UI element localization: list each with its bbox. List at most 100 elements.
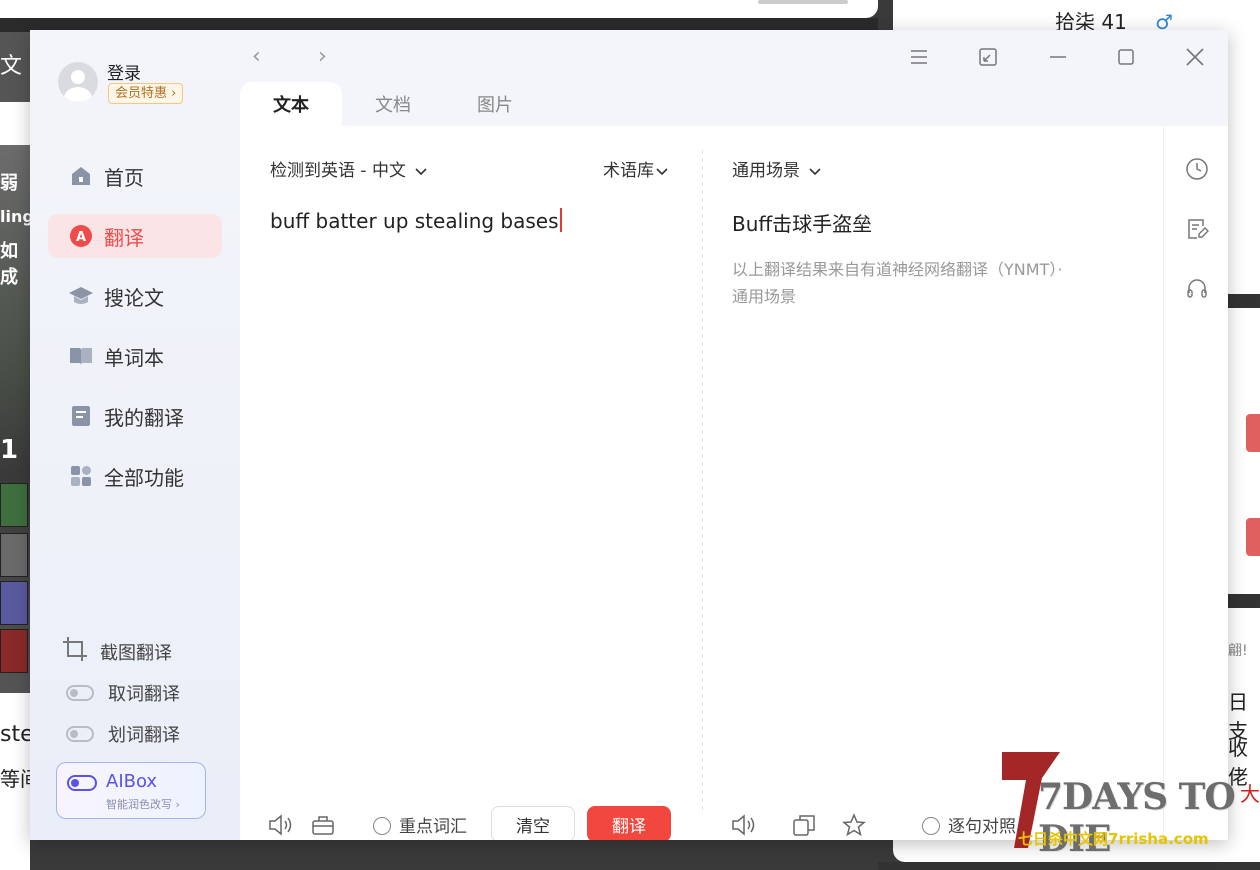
background-left-tab: 文 xyxy=(0,32,30,102)
maximize-icon[interactable] xyxy=(1111,42,1141,72)
sidebar-item-label: 我的翻译 xyxy=(104,405,184,430)
background-strip-bottom xyxy=(878,862,1260,870)
background-game-image: 弱 ling 如成 1 xyxy=(0,145,30,693)
sidebar-item-my-translations[interactable]: 我的翻译 xyxy=(48,394,222,438)
term-library-label: 术语库 xyxy=(603,161,654,181)
vip-offer-badge[interactable]: 会员特惠 › xyxy=(108,83,184,104)
close-icon[interactable] xyxy=(1180,42,1210,72)
chevron-down-icon xyxy=(656,168,668,176)
term-library-selector[interactable]: 术语库 xyxy=(603,156,668,181)
note-edit-icon[interactable] xyxy=(1182,214,1212,244)
background-game-text: ling xyxy=(0,207,30,226)
background-right-text: 翩! xyxy=(1228,643,1248,659)
background-red-button xyxy=(1246,414,1260,452)
toggle-icon[interactable] xyxy=(66,685,94,701)
svg-text:A: A xyxy=(76,230,86,245)
translate-button[interactable]: 翻译 xyxy=(587,806,671,840)
selection-translate-toggle[interactable]: 划词翻译 xyxy=(62,721,180,747)
background-scrollbar xyxy=(758,0,848,4)
toggle-icon[interactable] xyxy=(66,726,94,742)
aibox-card[interactable]: AIBox 智能润色改写 › xyxy=(56,762,206,819)
crop-icon xyxy=(62,636,88,667)
translation-result: Buff击球手盗垒 xyxy=(732,212,873,236)
tab-document[interactable]: 文档 xyxy=(342,82,444,126)
background-game-slot xyxy=(0,629,28,673)
sidebar-item-translate[interactable]: A 翻译 xyxy=(48,214,222,258)
menu-icon[interactable] xyxy=(904,42,934,72)
forward-arrow-icon[interactable]: › xyxy=(318,44,327,69)
clear-button[interactable]: 清空 xyxy=(491,806,575,840)
radio-icon[interactable] xyxy=(373,817,391,835)
language-selector[interactable]: 检测到英语 - 中文 xyxy=(270,156,427,181)
watermark-subtitle: 七日杀中文网7rrisha.com xyxy=(1018,830,1209,848)
chevron-down-icon xyxy=(415,168,427,176)
book-icon xyxy=(68,343,94,369)
background-game-slot xyxy=(0,581,28,625)
translation-source-note: 以上翻译结果来自有道神经网络翻译（YNMT）· 通用场景 xyxy=(732,256,1152,310)
note-line: 通用场景 xyxy=(732,287,797,306)
aibox-subtitle: 智能润色改写 › xyxy=(106,798,180,811)
aibox-toggle-icon[interactable] xyxy=(67,775,97,791)
background-red-button xyxy=(1246,518,1260,556)
vip-offer-label: 会员特惠 xyxy=(115,86,168,101)
copy-icon[interactable] xyxy=(789,810,819,840)
sidebar-item-label: 全部功能 xyxy=(104,465,184,490)
source-text: buff batter up stealing bases xyxy=(270,209,559,233)
toolbox-icon[interactable] xyxy=(308,810,338,840)
sidebar-item-label: 单词本 xyxy=(104,345,164,370)
sidebar-item-home[interactable]: 首页 xyxy=(48,154,222,198)
mini-window-icon[interactable] xyxy=(973,42,1003,72)
history-clock-icon[interactable] xyxy=(1182,154,1212,184)
source-pane: 检测到英语 - 中文 术语库 buff batter up stealing b… xyxy=(240,126,702,840)
tab-text[interactable]: 文本 xyxy=(240,82,342,126)
sidebar-item-all-features[interactable]: 全部功能 xyxy=(48,454,222,498)
translate-icon: A xyxy=(68,223,94,249)
word-pick-translate-toggle[interactable]: 取词翻译 xyxy=(62,680,180,706)
speaker-icon[interactable] xyxy=(729,810,759,840)
background-game-text: 如成 xyxy=(0,241,18,288)
sidebar-item-papers[interactable]: 搜论文 xyxy=(48,274,222,318)
star-icon[interactable] xyxy=(839,810,869,840)
aibox-title: AIBox xyxy=(106,771,158,792)
grid-icon xyxy=(68,463,94,489)
graduation-cap-icon xyxy=(68,283,94,309)
chevron-right-icon: › xyxy=(171,86,177,101)
sidebar-item-label: 翻译 xyxy=(104,225,144,250)
background-game-text: 弱 xyxy=(0,173,18,194)
headset-support-icon[interactable] xyxy=(1182,274,1212,304)
translation-area: 检测到英语 - 中文 术语库 buff batter up stealing b… xyxy=(240,126,1228,840)
sidebar: 登录 会员特惠 › 首页 A 翻译 搜论文 单词本 我的翻译 全部功能 截图翻译… xyxy=(30,30,240,840)
background-game-slot xyxy=(0,483,28,527)
minimize-icon[interactable] xyxy=(1043,42,1073,72)
translator-window: 登录 会员特惠 › 首页 A 翻译 搜论文 单词本 我的翻译 全部功能 截图翻译… xyxy=(30,30,1228,840)
text-caret xyxy=(559,208,562,232)
tool-label: 截图翻译 xyxy=(100,642,172,664)
background-game-slot xyxy=(0,533,28,577)
key-vocab-label: 重点词汇 xyxy=(399,817,467,837)
login-link[interactable]: 登录 xyxy=(107,59,141,84)
document-icon xyxy=(68,403,94,429)
radio-icon[interactable] xyxy=(922,817,940,835)
source-text-input[interactable]: buff batter up stealing bases xyxy=(270,208,562,233)
scene-selector[interactable]: 通用场景 xyxy=(732,156,821,181)
sidebar-item-label: 首页 xyxy=(104,165,144,190)
tool-label: 取词翻译 xyxy=(108,684,180,705)
speaker-icon[interactable] xyxy=(266,810,296,840)
sidebar-item-label: 搜论文 xyxy=(104,285,164,310)
background-left-text: ste xyxy=(0,722,34,747)
watermark: 7DAYS TO DIE 七日杀中文网7rrisha.com xyxy=(998,748,1260,860)
home-icon xyxy=(68,163,94,189)
sidebar-item-wordbook[interactable]: 单词本 xyxy=(48,334,222,378)
key-vocab-option[interactable]: 重点词汇 xyxy=(373,812,467,837)
scene-selector-label: 通用场景 xyxy=(732,161,800,181)
tool-label: 划词翻译 xyxy=(108,725,180,746)
background-divider xyxy=(1228,294,1260,308)
tab-image[interactable]: 图片 xyxy=(444,82,546,126)
screenshot-translate-button[interactable]: 截图翻译 xyxy=(62,636,172,667)
back-arrow-icon[interactable]: ‹ xyxy=(252,44,261,69)
right-toolbar xyxy=(1163,126,1228,840)
background-divider xyxy=(1228,594,1260,608)
background-left-tab-char: 文 xyxy=(0,54,23,79)
target-pane: 通用场景 Buff击球手盗垒 以上翻译结果来自有道神经网络翻译（YNMT）· 通… xyxy=(703,126,1163,840)
avatar[interactable] xyxy=(58,62,98,102)
